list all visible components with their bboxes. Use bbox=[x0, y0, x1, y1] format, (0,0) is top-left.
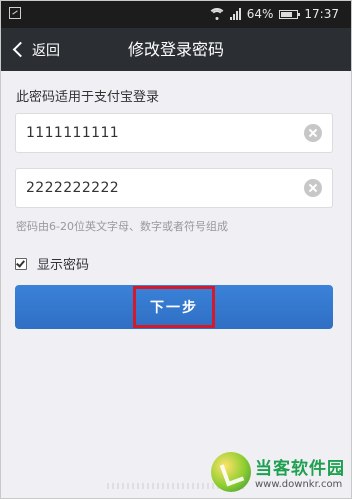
clock: 17:37 bbox=[304, 7, 339, 21]
password-input[interactable]: 1111111111 bbox=[15, 113, 333, 153]
back-button[interactable]: 返回 bbox=[11, 28, 60, 71]
watermark-name: 当客软件园 bbox=[255, 459, 345, 479]
chevron-left-icon bbox=[12, 41, 29, 58]
password-value: 1111111111 bbox=[26, 125, 120, 141]
battery-percent: 64% bbox=[246, 7, 274, 21]
show-password-label: 显示密码 bbox=[37, 258, 90, 273]
section-title: 此密码适用于支付宝登录 bbox=[16, 90, 160, 105]
next-button[interactable]: 下一步 bbox=[15, 285, 333, 329]
watermark-url: www.downkr.com bbox=[255, 479, 343, 490]
status-bar: 64% 17:37 bbox=[1, 1, 351, 28]
signal-icon bbox=[229, 8, 241, 20]
clear-icon[interactable] bbox=[304, 179, 322, 197]
show-password-checkbox[interactable] bbox=[15, 257, 27, 270]
confirm-password-value: 2222222222 bbox=[26, 180, 120, 196]
wifi-icon bbox=[207, 8, 226, 20]
confirm-password-input[interactable]: 2222222222 bbox=[15, 168, 333, 208]
password-hint: 密码由6-20位英文字母、数字或者符号组成 bbox=[16, 220, 228, 233]
clear-icon[interactable] bbox=[304, 124, 322, 142]
image-icon bbox=[9, 7, 21, 19]
phone-screen: 64% 17:37 修改登录密码 返回 此密码适用于支付宝登录 11111111… bbox=[0, 0, 352, 499]
status-right: 64% 17:37 bbox=[207, 7, 339, 21]
nav-bar: 修改登录密码 返回 bbox=[1, 28, 351, 71]
watermark-logo-icon bbox=[211, 452, 251, 492]
next-button-label: 下一步 bbox=[133, 286, 215, 328]
battery-icon bbox=[279, 9, 301, 19]
show-password-toggle[interactable]: 显示密码 bbox=[15, 254, 89, 273]
watermark: 当客软件园 www.downkr.com bbox=[211, 452, 345, 492]
back-label: 返回 bbox=[32, 42, 60, 59]
watermark-text: 当客软件园 www.downkr.com bbox=[255, 454, 345, 490]
